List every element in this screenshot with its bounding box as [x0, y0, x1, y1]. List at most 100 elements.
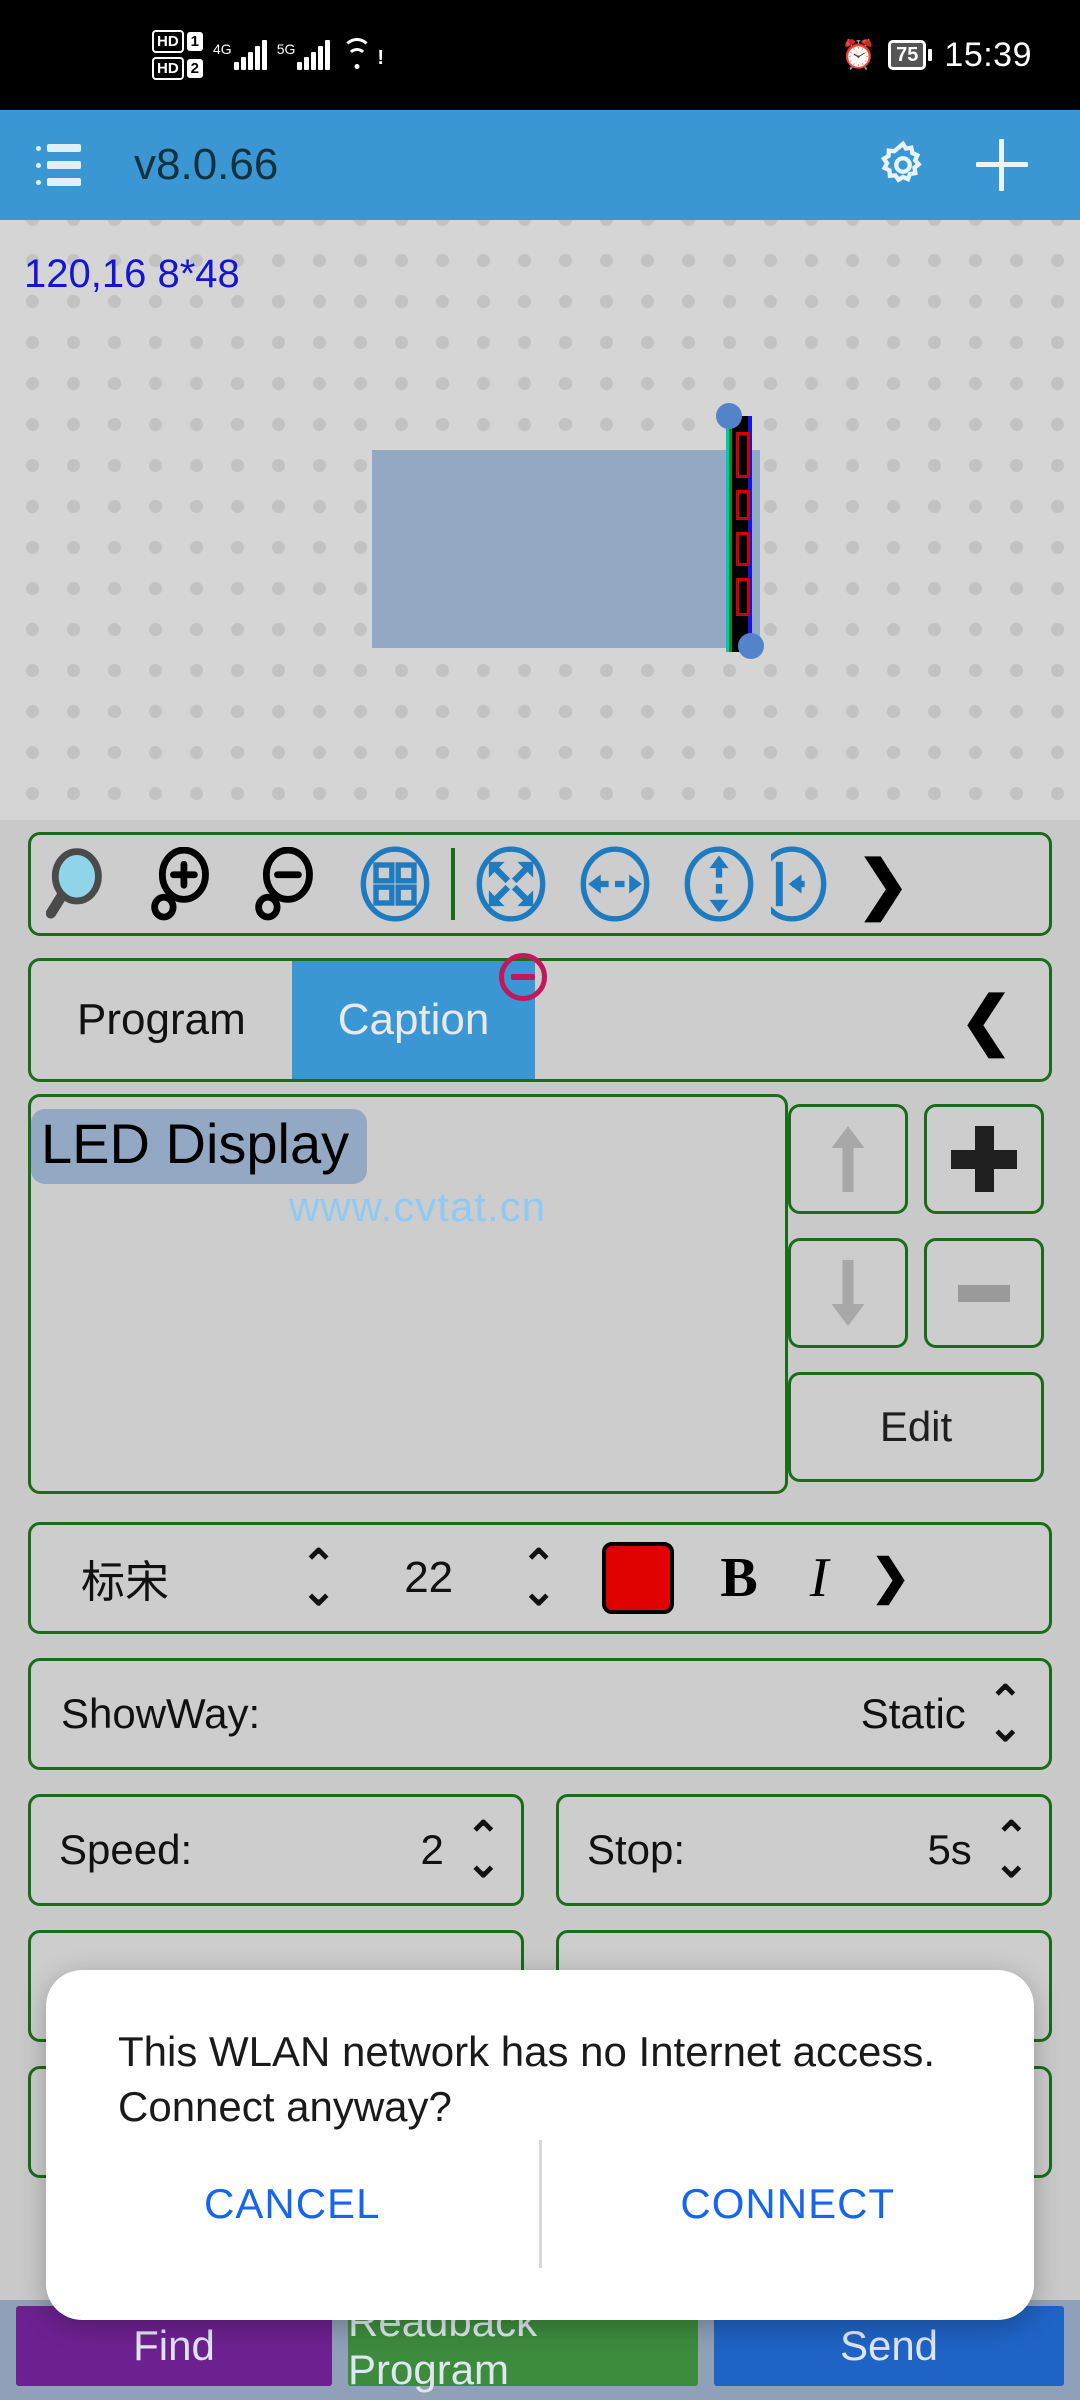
speed-row[interactable]: Speed: 2 ⌃ ⌄: [28, 1794, 524, 1906]
font-size-value[interactable]: 22: [404, 1553, 453, 1603]
hd1-number: 1: [186, 32, 204, 51]
font-name-stepper[interactable]: ⌃ ⌄: [301, 1543, 337, 1614]
magnifier-icon[interactable]: [31, 835, 135, 933]
hd-sim1: HD 1: [152, 30, 204, 53]
app-title: v8.0.66: [134, 140, 279, 189]
cancel-button[interactable]: CANCEL: [46, 2180, 539, 2228]
find-button-label: Find: [133, 2322, 215, 2369]
showway-stepper-down: ⌄: [987, 1703, 1023, 1750]
status-bar-left: HD 1 HD 2 4G 5G !: [152, 30, 384, 80]
caption-item-label: LED Display: [41, 1112, 350, 1175]
stop-stepper[interactable]: ⌃ ⌄: [994, 1815, 1029, 1883]
remove-caption-button[interactable]: [924, 1238, 1044, 1348]
stop-label: Stop:: [587, 1826, 686, 1873]
wifi-indicator: !: [340, 38, 385, 70]
speed-stepper[interactable]: ⌃ ⌄: [465, 1815, 501, 1886]
app-bar: v8.0.66: [0, 110, 1080, 220]
resize-handle-bottom-right[interactable]: [738, 633, 764, 659]
network-type-sim2: 5G: [276, 41, 296, 57]
zoom-in-icon[interactable]: [135, 835, 239, 933]
watermark-label: www.cvtat.cn: [289, 1183, 547, 1230]
tab-program-label: Program: [77, 995, 246, 1044]
list-menu-icon[interactable]: [36, 144, 88, 186]
wifi-icon: [340, 38, 374, 70]
showway-value: Static: [860, 1690, 966, 1737]
tab-caption-label: Caption: [337, 995, 490, 1044]
battery-indicator: 75: [888, 40, 933, 70]
led-panel-content: [736, 432, 750, 636]
speed-value: 2: [420, 1826, 444, 1873]
showway-label: ShowWay:: [61, 1690, 261, 1737]
gear-icon[interactable]: [876, 138, 930, 192]
dialog-actions: CANCEL CONNECT: [46, 2140, 1034, 2268]
alarm-clock-icon: ⏰: [841, 39, 877, 70]
battery-tip: [928, 49, 933, 61]
fit-width-icon[interactable]: [563, 835, 667, 933]
plus-icon: [951, 1126, 1017, 1192]
selection-rectangle[interactable]: [372, 450, 760, 648]
minus-circle-icon[interactable]: [499, 953, 548, 1001]
hd-sim2: HD 2: [152, 57, 204, 80]
list-item[interactable]: LED Display: [31, 1109, 368, 1184]
toolbar-more-chevron-icon: ❯: [856, 848, 910, 920]
edit-button[interactable]: Edit: [788, 1372, 1044, 1482]
caption-list[interactable]: LED Display www.cvtat.cn: [28, 1094, 788, 1494]
signal-sim2: 5G: [277, 40, 331, 70]
italic-button[interactable]: I: [810, 1546, 829, 1610]
move-down-button[interactable]: [788, 1238, 908, 1348]
signal-sim1: 4G: [213, 40, 267, 70]
showway-stepper[interactable]: ⌃ ⌄: [987, 1679, 1023, 1750]
edit-button-label: Edit: [879, 1403, 953, 1450]
stop-row[interactable]: Stop: 5s ⌃ ⌄: [556, 1794, 1052, 1906]
send-button-label: Send: [839, 2322, 939, 2369]
showway-row[interactable]: ShowWay: Static ⌃ ⌄: [28, 1658, 1052, 1770]
arrow-down-icon: [826, 1255, 870, 1331]
tab-caption[interactable]: Caption: [291, 953, 548, 1079]
dialog-message: This WLAN network has no Internet access…: [118, 2028, 936, 2131]
connect-button[interactable]: CONNECT: [542, 2180, 1035, 2228]
resize-handle-top-right[interactable]: [716, 403, 742, 429]
zoom-out-icon[interactable]: [239, 835, 343, 933]
font-size-stepper-down: ⌄: [521, 1567, 557, 1614]
hd2-number: 2: [186, 59, 204, 78]
font-toolbar: 标宋 ⌃ ⌄ 22 ⌃ ⌄ B I ❯: [28, 1522, 1052, 1634]
signal-bars-sim2: [297, 40, 331, 70]
chevron-left-icon: ❮: [959, 984, 1013, 1056]
font-size-stepper[interactable]: ⌃ ⌄: [521, 1543, 557, 1614]
font-name-value[interactable]: 标宋: [81, 1546, 169, 1610]
hd2-label: HD: [152, 57, 184, 80]
font-name-stepper-down: ⌄: [301, 1567, 337, 1614]
signal-bars-sim1: [233, 40, 267, 70]
minus-icon: [958, 1284, 1010, 1302]
phone-screen: HD 1 HD 2 4G 5G ! ⏰ 75 15:39 v8.0.66 120…: [0, 0, 1080, 2400]
wlan-no-internet-dialog: This WLAN network has no Internet access…: [46, 1970, 1034, 2320]
view-toolbar: ❯: [28, 832, 1052, 936]
hd1-label: HD: [152, 30, 184, 53]
app-bar-actions: [876, 138, 1028, 192]
tab-collapse-button[interactable]: ❮: [959, 961, 1049, 1079]
volte-hd-indicators: HD 1 HD 2: [152, 30, 204, 80]
fit-height-icon[interactable]: [667, 835, 771, 933]
add-caption-button[interactable]: [924, 1104, 1044, 1214]
speed-stepper-down: ⌄: [465, 1839, 501, 1886]
network-type-sim1: 4G: [213, 41, 232, 57]
wifi-warning-label: !: [377, 47, 385, 69]
display-preview-canvas[interactable]: 120,16 8*48: [0, 220, 1080, 820]
move-up-button[interactable]: [788, 1104, 908, 1214]
stop-value: 5s: [927, 1826, 972, 1873]
bold-button[interactable]: B: [720, 1546, 757, 1610]
text-color-swatch[interactable]: [602, 1542, 675, 1614]
battery-level-label: 75: [888, 40, 927, 70]
font-more-chevron-icon[interactable]: ❯: [870, 1554, 910, 1602]
grid-icon[interactable]: [343, 835, 447, 933]
status-bar: HD 1 HD 2 4G 5G ! ⏰ 75 15:39: [0, 0, 1080, 110]
status-bar-right: ⏰ 75 15:39: [841, 36, 1032, 75]
align-left-icon[interactable]: [771, 835, 831, 933]
caption-tab-bar: Program Caption ❮: [28, 953, 1052, 1082]
plus-icon[interactable]: [976, 139, 1028, 191]
toolbar-divider: [451, 848, 455, 920]
toolbar-more-button[interactable]: ❯: [831, 835, 935, 933]
fit-all-icon[interactable]: [459, 835, 563, 933]
led-panel-element[interactable]: [726, 416, 752, 652]
tab-program[interactable]: Program: [31, 961, 292, 1079]
